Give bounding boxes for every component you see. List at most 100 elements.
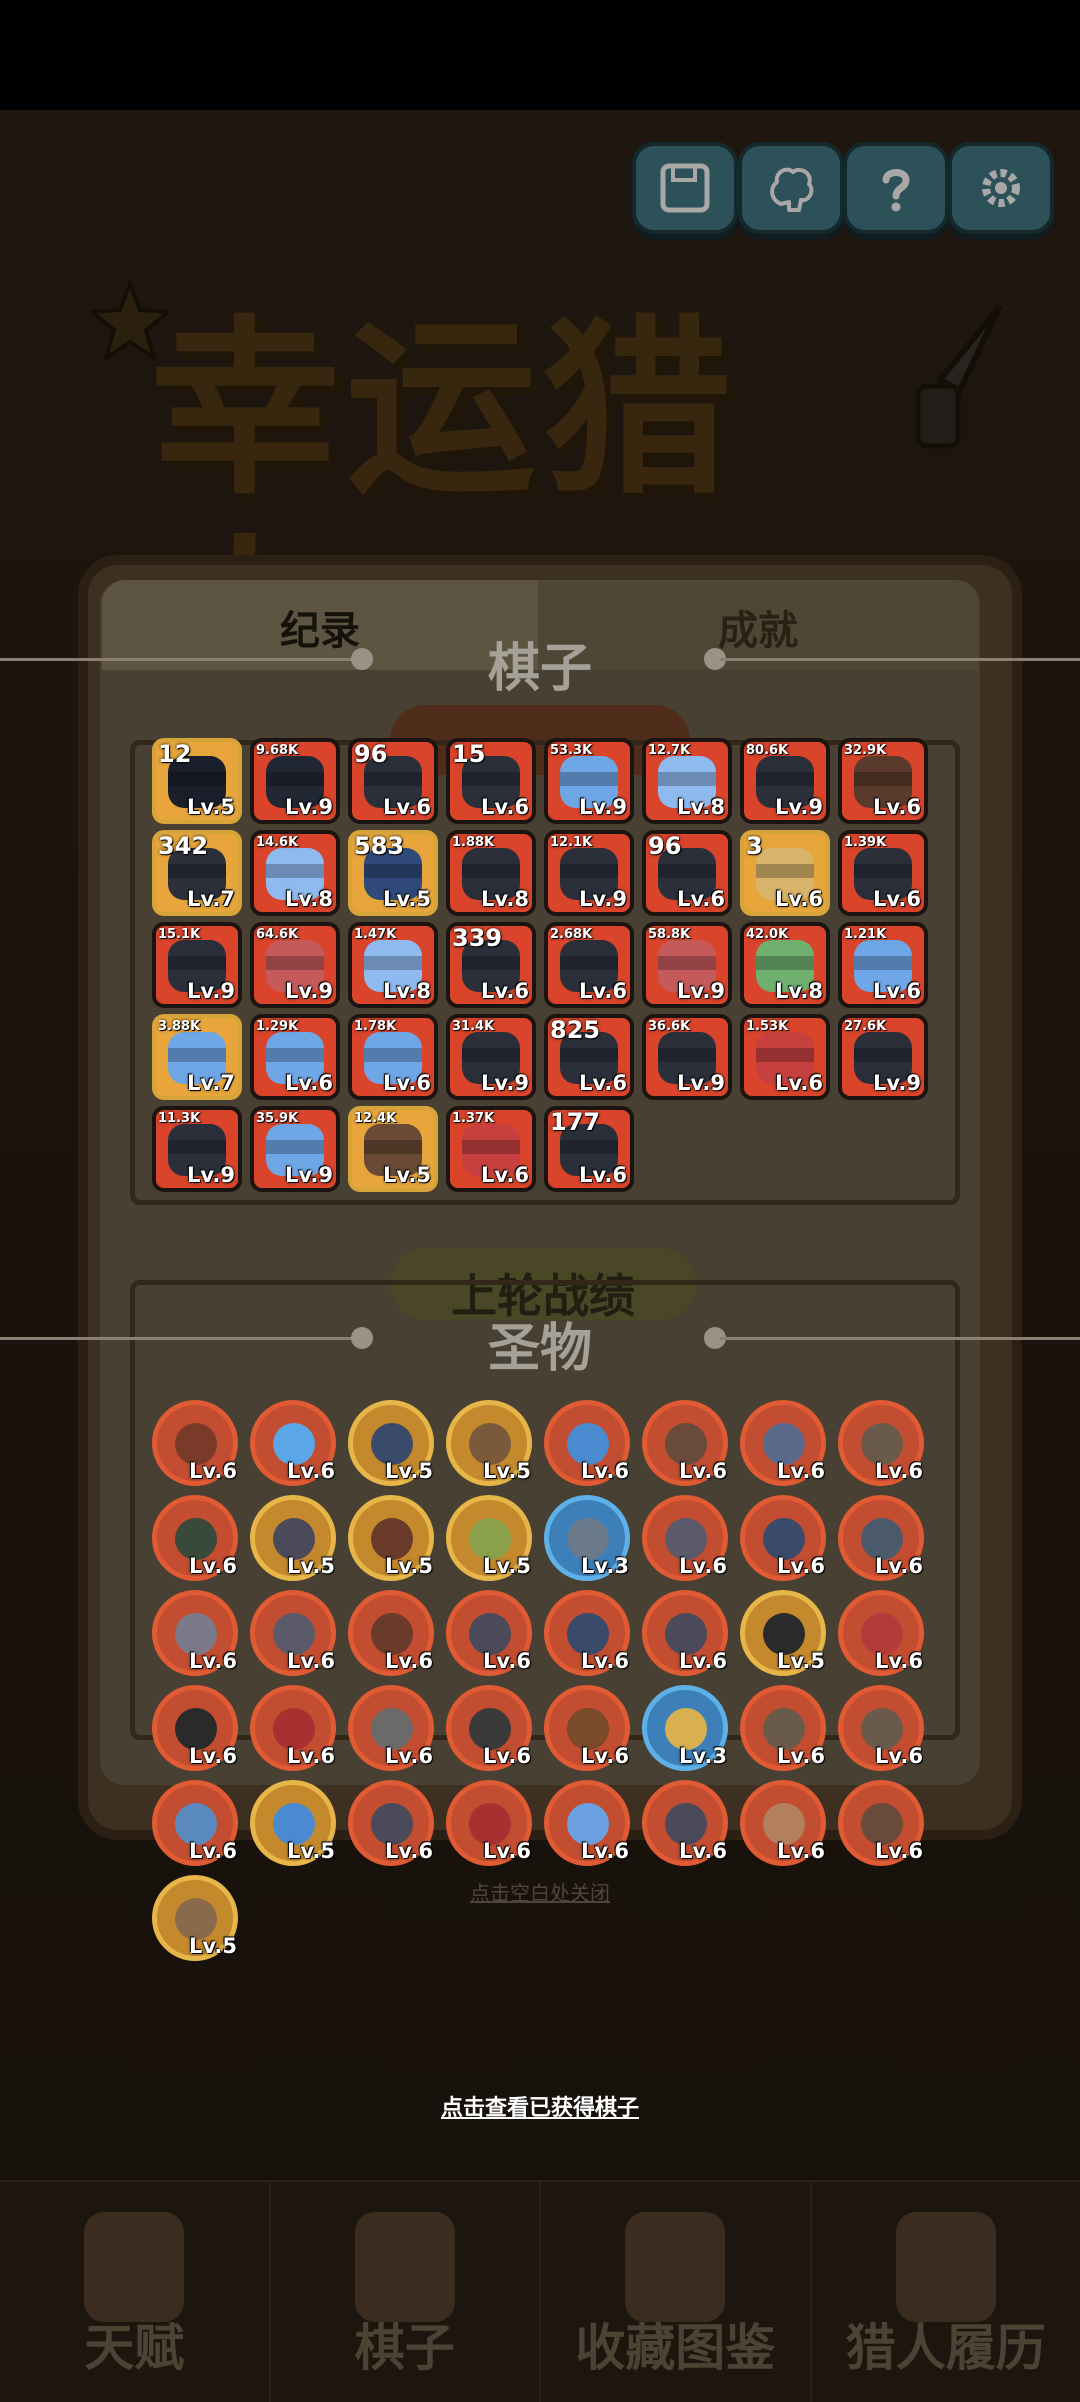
relic-item[interactable]: Lv.6: [642, 1780, 728, 1866]
relic-item[interactable]: Lv.5: [348, 1495, 434, 1581]
piece-band: [364, 1140, 422, 1154]
piece-card[interactable]: 12.7KLv.8: [642, 738, 732, 824]
piece-card[interactable]: 12.1KLv.9: [544, 830, 634, 916]
piece-card[interactable]: 31.4KLv.9: [446, 1014, 536, 1100]
piece-card[interactable]: 80.6KLv.9: [740, 738, 830, 824]
piece-card[interactable]: 1.29KLv.6: [250, 1014, 340, 1100]
nav-pieces[interactable]: 棋子: [271, 2182, 542, 2402]
piece-card[interactable]: 15.1KLv.9: [152, 922, 242, 1008]
relic-item[interactable]: Lv.6: [740, 1685, 826, 1771]
piece-card[interactable]: 42.0KLv.8: [740, 922, 830, 1008]
piece-card[interactable]: 825Lv.6: [544, 1014, 634, 1100]
piece-card[interactable]: 12.4KLv.5: [348, 1106, 438, 1192]
relic-level: Lv.5: [189, 1934, 237, 1958]
piece-level: Lv.5: [187, 795, 235, 819]
piece-card[interactable]: 1.21KLv.6: [838, 922, 928, 1008]
piece-level: Lv.8: [285, 887, 333, 911]
piece-level: Lv.6: [481, 795, 529, 819]
nav-talent[interactable]: 天赋: [0, 2182, 271, 2402]
relic-item[interactable]: Lv.6: [838, 1590, 924, 1676]
relic-item[interactable]: Lv.6: [152, 1780, 238, 1866]
piece-card[interactable]: 3.88KLv.7: [152, 1014, 242, 1100]
relic-item[interactable]: Lv.6: [642, 1590, 728, 1676]
relic-item[interactable]: Lv.5: [446, 1495, 532, 1581]
nav-hunter-history[interactable]: 猎人履历: [812, 2182, 1080, 2402]
piece-card[interactable]: 339Lv.6: [446, 922, 536, 1008]
relic-item[interactable]: Lv.6: [544, 1685, 630, 1771]
relic-item[interactable]: Lv.6: [838, 1780, 924, 1866]
relic-level: Lv.6: [189, 1554, 237, 1578]
relic-item[interactable]: Lv.5: [250, 1495, 336, 1581]
relic-item[interactable]: Lv.6: [642, 1400, 728, 1486]
relic-item[interactable]: Lv.6: [544, 1400, 630, 1486]
relic-item[interactable]: Lv.6: [446, 1590, 532, 1676]
book-icon: [625, 2212, 725, 2322]
relic-item[interactable]: Lv.6: [838, 1495, 924, 1581]
piece-card[interactable]: 32.9KLv.6: [838, 738, 928, 824]
piece-card[interactable]: 583Lv.5: [348, 830, 438, 916]
relic-item[interactable]: Lv.6: [838, 1685, 924, 1771]
piece-band: [168, 1140, 226, 1154]
relic-item[interactable]: Lv.6: [152, 1495, 238, 1581]
relic-item[interactable]: Lv.5: [250, 1780, 336, 1866]
piece-card[interactable]: 96Lv.6: [642, 830, 732, 916]
relic-item[interactable]: Lv.6: [250, 1400, 336, 1486]
piece-card[interactable]: 9.68KLv.9: [250, 738, 340, 824]
relic-item[interactable]: Lv.5: [446, 1400, 532, 1486]
piece-card[interactable]: 14.6KLv.8: [250, 830, 340, 916]
piece-card[interactable]: 53.3KLv.9: [544, 738, 634, 824]
piece-card[interactable]: 15Lv.6: [446, 738, 536, 824]
piece-card[interactable]: 35.9KLv.9: [250, 1106, 340, 1192]
relic-item[interactable]: Lv.6: [544, 1780, 630, 1866]
piece-level: Lv.9: [285, 1163, 333, 1187]
piece-card[interactable]: 342Lv.7: [152, 830, 242, 916]
view-obtained-pieces-link[interactable]: 点击查看已获得棋子: [0, 2090, 1080, 2122]
piece-count: 64.6K: [256, 927, 298, 942]
piece-card[interactable]: 27.6KLv.9: [838, 1014, 928, 1100]
piece-card[interactable]: 2.68KLv.6: [544, 922, 634, 1008]
piece-card[interactable]: 96Lv.6: [348, 738, 438, 824]
relic-item[interactable]: Lv.5: [348, 1400, 434, 1486]
relic-item[interactable]: Lv.5: [152, 1875, 238, 1961]
piece-card[interactable]: 3Lv.6: [740, 830, 830, 916]
relic-item[interactable]: Lv.6: [740, 1400, 826, 1486]
piece-card[interactable]: 64.6KLv.9: [250, 922, 340, 1008]
relic-item[interactable]: Lv.6: [348, 1590, 434, 1676]
relic-item[interactable]: Lv.6: [250, 1590, 336, 1676]
piece-band: [854, 956, 912, 970]
piece-band: [560, 864, 618, 878]
piece-card[interactable]: 1.53KLv.6: [740, 1014, 830, 1100]
relic-level: Lv.6: [483, 1744, 531, 1768]
relic-item[interactable]: Lv.6: [446, 1780, 532, 1866]
piece-card[interactable]: 36.6KLv.9: [642, 1014, 732, 1100]
relic-item[interactable]: Lv.6: [740, 1495, 826, 1581]
relic-item[interactable]: Lv.5: [740, 1590, 826, 1676]
piece-band: [266, 1140, 324, 1154]
relic-item[interactable]: Lv.6: [152, 1400, 238, 1486]
piece-card[interactable]: 1.78KLv.6: [348, 1014, 438, 1100]
relic-item[interactable]: Lv.6: [544, 1590, 630, 1676]
piece-card[interactable]: 1.47KLv.8: [348, 922, 438, 1008]
piece-card[interactable]: 177Lv.6: [544, 1106, 634, 1192]
piece-count: 2.68K: [550, 927, 592, 942]
relic-item[interactable]: Lv.6: [152, 1685, 238, 1771]
relic-level: Lv.6: [287, 1744, 335, 1768]
relic-item[interactable]: Lv.6: [446, 1685, 532, 1771]
piece-card[interactable]: 1.37KLv.6: [446, 1106, 536, 1192]
piece-card[interactable]: 1.88KLv.8: [446, 830, 536, 916]
relic-item[interactable]: Lv.6: [740, 1780, 826, 1866]
piece-card[interactable]: 1.39KLv.6: [838, 830, 928, 916]
relic-item[interactable]: Lv.6: [348, 1780, 434, 1866]
relic-item[interactable]: Lv.6: [250, 1685, 336, 1771]
piece-card[interactable]: 58.8KLv.9: [642, 922, 732, 1008]
piece-card[interactable]: 12Lv.5: [152, 738, 242, 824]
relic-item[interactable]: Lv.3: [544, 1495, 630, 1581]
relic-item[interactable]: Lv.6: [642, 1495, 728, 1581]
nav-collection[interactable]: 收藏图鉴: [541, 2182, 812, 2402]
relic-item[interactable]: Lv.6: [348, 1685, 434, 1771]
relic-item[interactable]: Lv.6: [838, 1400, 924, 1486]
relic-item[interactable]: Lv.6: [152, 1590, 238, 1676]
relic-item[interactable]: Lv.3: [642, 1685, 728, 1771]
piece-card[interactable]: 11.3KLv.9: [152, 1106, 242, 1192]
piece-band: [266, 956, 324, 970]
